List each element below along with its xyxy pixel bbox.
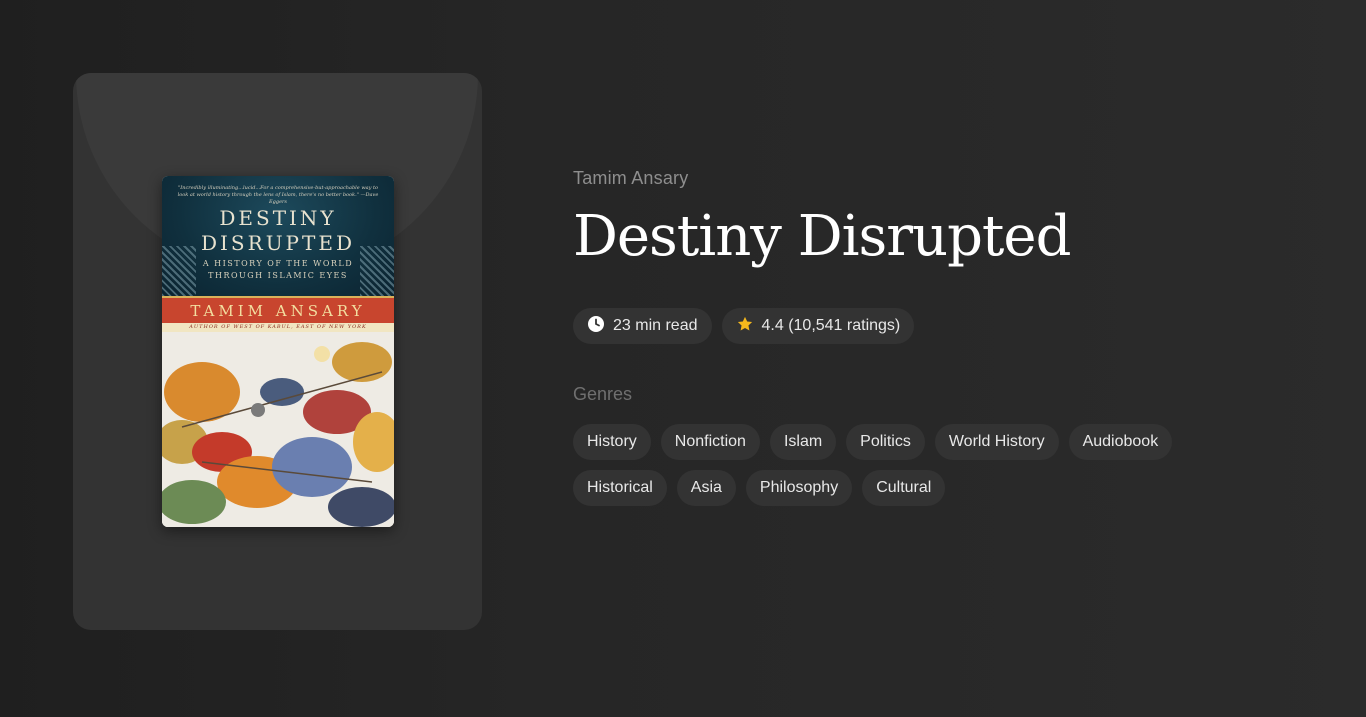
genre-chip[interactable]: History bbox=[573, 424, 651, 460]
star-icon bbox=[736, 315, 754, 338]
clock-icon bbox=[587, 315, 605, 338]
rating-text: 4.4 (10,541 ratings) bbox=[761, 317, 901, 334]
genre-chip[interactable]: Islam bbox=[769, 424, 837, 460]
genre-chip[interactable]: Asia bbox=[676, 470, 736, 506]
genre-chip[interactable]: Politics bbox=[846, 424, 925, 460]
genre-chip[interactable]: Audiobook bbox=[1068, 424, 1173, 460]
genre-chip[interactable]: Cultural bbox=[862, 470, 946, 506]
read-time-text: 23 min read bbox=[613, 317, 698, 334]
battle-illustration bbox=[162, 332, 394, 527]
cover-blurb: "Incredibly illuminating...lucid...For a… bbox=[177, 185, 379, 205]
cover-title-line-2: DISRUPTED bbox=[201, 231, 355, 255]
read-time-badge: 23 min read bbox=[573, 308, 712, 344]
genre-chip[interactable]: World History bbox=[934, 424, 1059, 460]
book-cover: "Incredibly illuminating...lucid...For a… bbox=[162, 176, 394, 527]
book-author[interactable]: Tamim Ansary bbox=[573, 166, 1213, 190]
cover-credit: AUTHOR OF WEST OF KABUL, EAST OF NEW YOR… bbox=[162, 323, 394, 332]
book-title: Destiny Disrupted bbox=[573, 204, 1071, 269]
genre-chip[interactable]: Nonfiction bbox=[660, 424, 760, 460]
genres-label: Genres bbox=[573, 384, 633, 404]
cover-subtitle-line-2: THROUGH ISLAMIC EYES bbox=[208, 271, 348, 280]
genre-chip[interactable]: Philosophy bbox=[745, 470, 853, 506]
cover-illustration bbox=[162, 332, 394, 527]
cover-subtitle: A HISTORY OF THE WORLD THROUGH ISLAMIC E… bbox=[162, 258, 394, 282]
cover-subtitle-line-1: A HISTORY OF THE WORLD bbox=[202, 259, 354, 268]
book-details: Tamim Ansary Destiny Disrupted 23 min re… bbox=[573, 166, 1213, 506]
rating-badge: 4.4 (10,541 ratings) bbox=[721, 308, 915, 344]
cover-title: DESTINY DISRUPTED bbox=[162, 206, 394, 256]
genre-chip[interactable]: Historical bbox=[573, 470, 667, 506]
book-stats: 23 min read 4.4 (10,541 ratings) bbox=[573, 308, 1213, 344]
cover-panel: "Incredibly illuminating...lucid...For a… bbox=[73, 73, 482, 630]
cover-title-line-1: DESTINY bbox=[219, 206, 337, 230]
genre-list: History Nonfiction Islam Politics World … bbox=[573, 424, 1213, 506]
cover-author: TAMIM ANSARY bbox=[190, 302, 366, 320]
